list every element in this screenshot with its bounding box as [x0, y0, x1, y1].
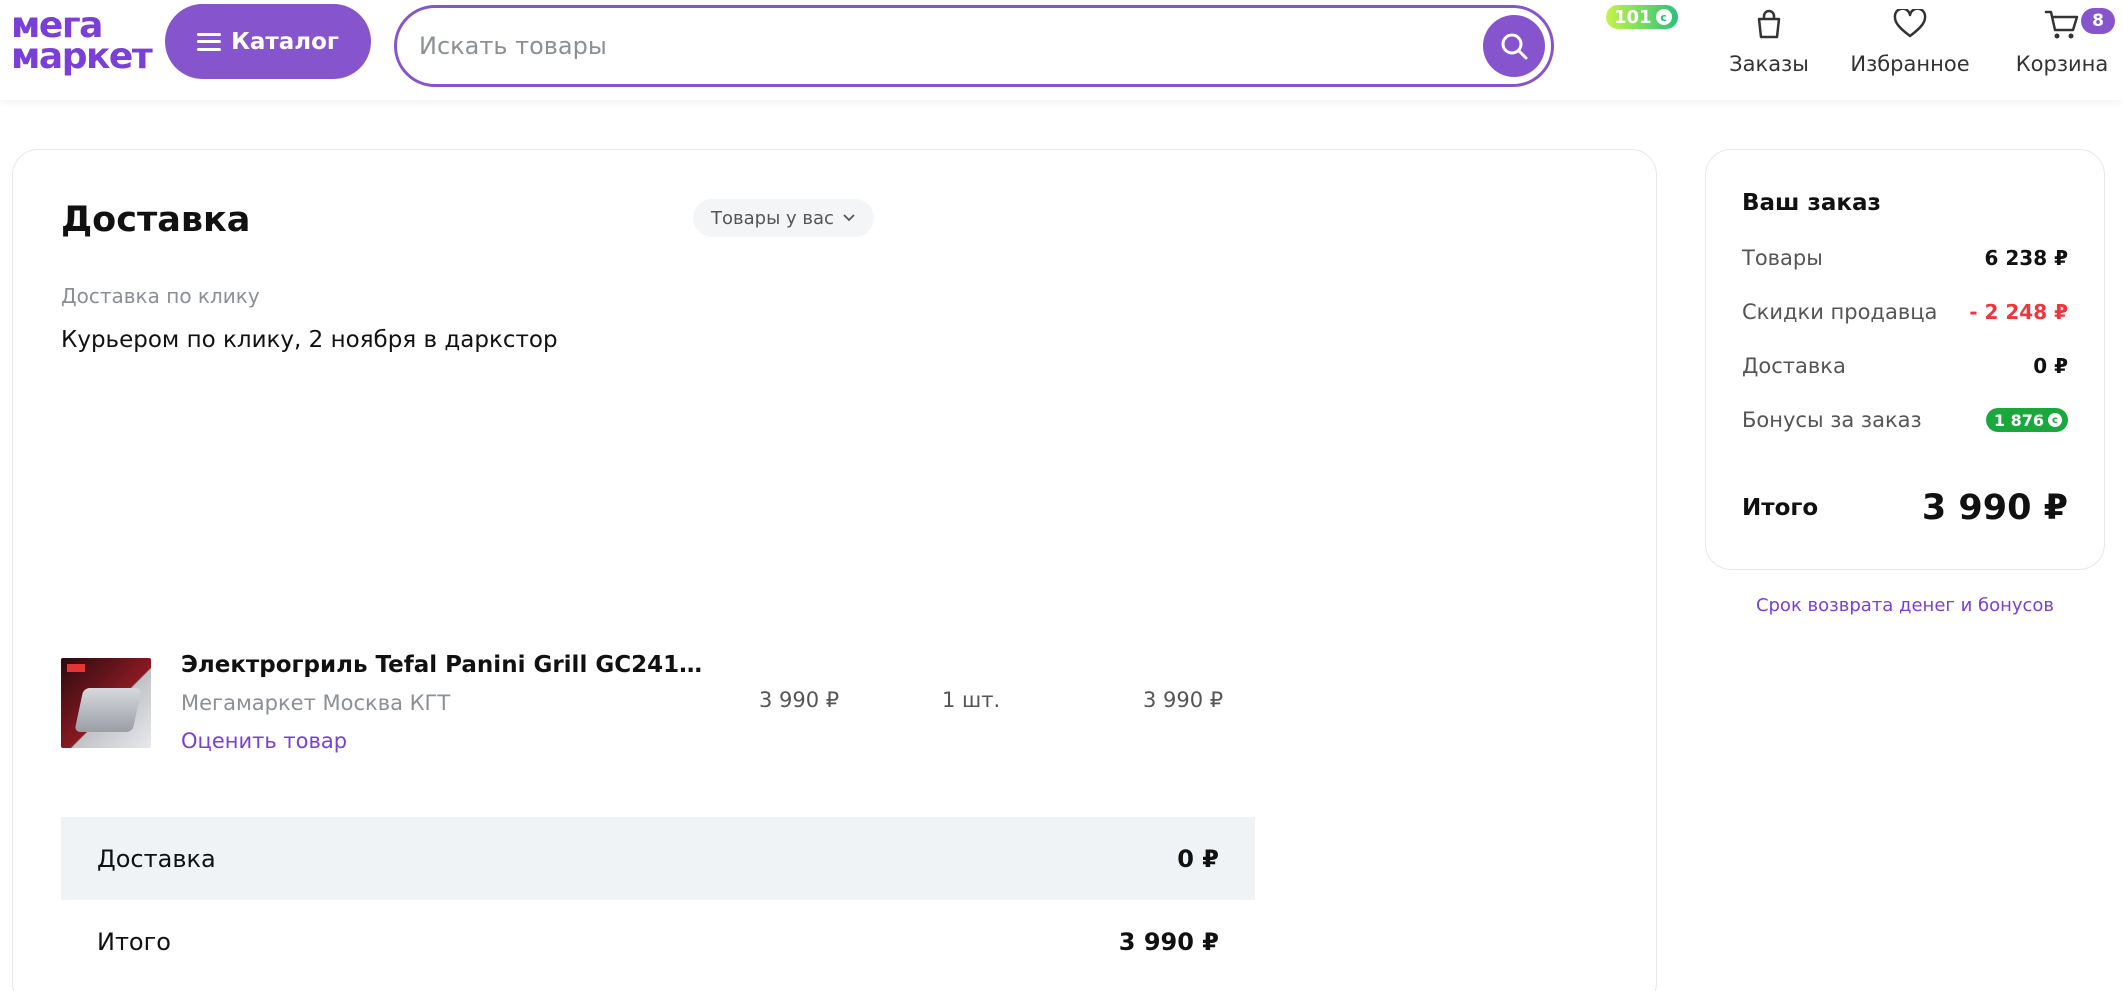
bonus-coin-icon: с — [2048, 413, 2062, 427]
order-delivery-label: Доставка — [1742, 354, 1846, 378]
search-bar — [394, 5, 1554, 87]
catalog-button[interactable]: Каталог — [165, 4, 371, 79]
bonus-coin-icon: с — [1655, 9, 1672, 25]
order-total-label: Итого — [1742, 495, 1819, 521]
menu-icon — [197, 32, 222, 51]
order-delivery-row: Доставка 0 ₽ — [1742, 354, 2068, 378]
product-line-total: 3 990 ₽ — [1143, 688, 1224, 712]
order-delivery-value: 0 ₽ — [2033, 354, 2068, 378]
order-bonus-value: 1 876 — [1993, 410, 2044, 430]
catalog-button-label: Каталог — [231, 28, 339, 55]
rate-product-link[interactable]: Оценить товар — [181, 729, 347, 753]
order-total-value: 3 990 ₽ — [1921, 488, 2068, 528]
delivery-summary-label: Доставка — [97, 844, 216, 873]
logo-line-2: маркет — [11, 36, 153, 77]
product-image[interactable] — [61, 658, 151, 748]
product-quantity: 1 шт. — [942, 688, 1001, 712]
search-input[interactable] — [419, 20, 1419, 72]
orders-link[interactable]: Заказы — [1726, 6, 1812, 76]
total-summary-value: 3 990 ₽ — [1118, 927, 1219, 956]
delivery-summary-value: 0 ₽ — [1177, 844, 1219, 873]
heart-icon — [1847, 6, 1973, 42]
refund-terms-link[interactable]: Срок возврата денег и бонусов — [1705, 595, 2105, 616]
cart-count-badge: 8 — [2081, 8, 2115, 34]
order-discount-label: Скидки продавца — [1742, 300, 1938, 324]
cart-label: Корзина — [2015, 52, 2109, 76]
delivery-method-label: Доставка по клику — [61, 284, 260, 308]
order-bonus-badge: 1 876 с — [1985, 408, 2068, 432]
order-goods-row: Товары 6 238 ₽ — [1742, 246, 2068, 270]
favorites-label: Избранное — [1850, 52, 1970, 76]
product-seller: Мегамаркет Москва КГТ — [181, 691, 451, 715]
megamarket-logo[interactable]: мега маркет — [11, 8, 153, 77]
goods-dropdown-label: Товары у вас — [711, 207, 834, 229]
order-discount-value: - 2 248 ₽ — [1969, 300, 2068, 324]
order-total-row: Итого 3 990 ₽ — [1742, 488, 2068, 528]
order-goods-value: 6 238 ₽ — [1984, 246, 2068, 270]
chevron-down-icon — [843, 214, 855, 222]
search-icon — [1501, 33, 1528, 60]
order-bonus-label: Бонусы за заказ — [1742, 408, 1922, 432]
order-title: Ваш заказ — [1742, 190, 1881, 216]
product-unit-price: 3 990 ₽ — [759, 688, 840, 712]
order-discount-row: Скидки продавца - 2 248 ₽ — [1742, 300, 2068, 324]
cart-link[interactable]: Корзина 8 — [2015, 6, 2115, 76]
bonus-balance-value: 101 — [1614, 6, 1652, 28]
order-summary-card: Ваш заказ Товары 6 238 ₽ Скидки продавца… — [1705, 149, 2105, 570]
delivery-card: Доставка Товары у вас Доставка по клику … — [12, 149, 1657, 991]
total-summary-label: Итого — [97, 927, 171, 956]
header: мега маркет Каталог 101 с Заказы — [0, 0, 2123, 100]
goods-dropdown[interactable]: Товары у вас — [693, 199, 874, 237]
bonus-balance-badge[interactable]: 101 с — [1606, 5, 1678, 29]
shopping-bag-icon — [1726, 6, 1812, 42]
product-title[interactable]: Электрогриль Tefal Panini Grill GC241D38… — [181, 652, 721, 678]
search-button[interactable] — [1483, 15, 1545, 77]
order-goods-label: Товары — [1742, 246, 1823, 270]
orders-label: Заказы — [1729, 52, 1809, 76]
delivery-method-value: Курьером по клику, 2 ноября в даркстор — [61, 327, 558, 353]
order-bonus-row: Бонусы за заказ 1 876 с — [1742, 408, 2068, 432]
total-summary-row: Итого 3 990 ₽ — [61, 900, 1255, 983]
delivery-summary-row: Доставка 0 ₽ — [61, 817, 1255, 900]
page-title: Доставка — [61, 200, 251, 240]
favorites-link[interactable]: Избранное — [1847, 6, 1973, 76]
